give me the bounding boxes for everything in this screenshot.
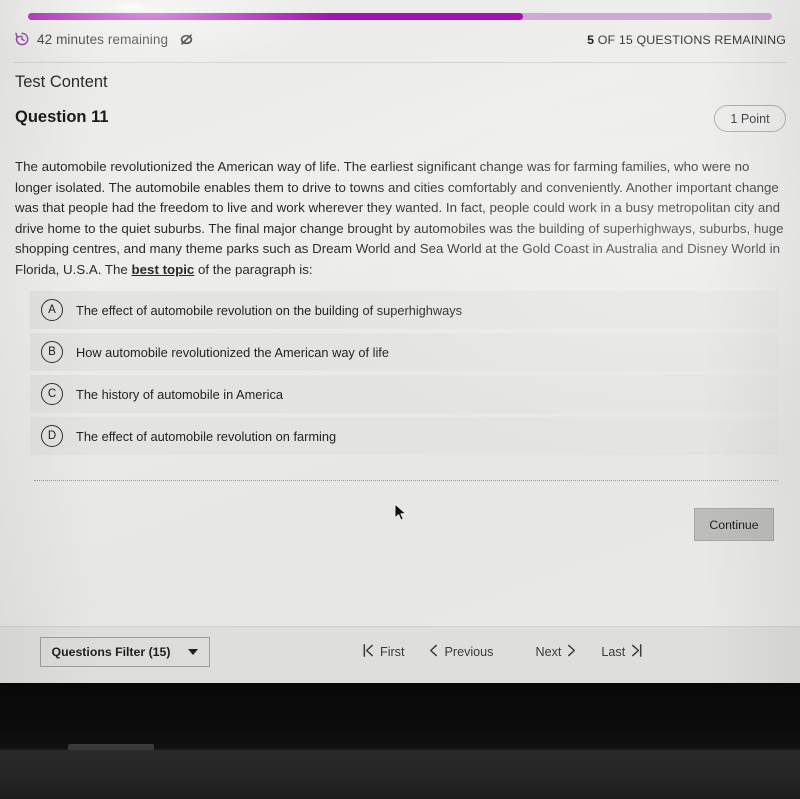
option-letter-a[interactable]: A <box>41 299 63 321</box>
browser-page: 42 minutes remaining 5 OF 15 QUESTIONS R… <box>0 0 800 683</box>
progress-bar-track <box>28 13 772 20</box>
pagination-controls: First Previous Next Last <box>362 643 643 661</box>
question-text-emphasis: best topic <box>131 261 195 277</box>
pager-last-label: Last <box>601 645 626 659</box>
option-letter-d[interactable]: D <box>41 425 63 447</box>
chevron-right-icon <box>566 643 577 661</box>
timer-group: 42 minutes remaining <box>14 31 194 47</box>
pager-next-button[interactable]: Next <box>535 643 577 661</box>
pager-last-button[interactable]: Last <box>601 643 643 661</box>
option-letter-c[interactable]: C <box>41 383 63 405</box>
mouse-cursor <box>394 503 408 523</box>
question-text: The automobile revolutionized the Americ… <box>15 157 787 281</box>
pager-next-label: Next <box>535 645 562 659</box>
hide-timer-icon[interactable] <box>179 32 194 47</box>
last-page-icon <box>630 643 643 661</box>
laptop-bezel: MacBook Pro <box>0 683 800 750</box>
point-badge: 1 Point <box>714 105 786 132</box>
option-label-b: How automobile revolutionized the Americ… <box>76 344 389 360</box>
question-text-part-1: The automobile revolutionized the Americ… <box>15 159 784 277</box>
option-row-a[interactable]: A The effect of automobile revolution on… <box>30 291 778 329</box>
continue-button[interactable]: Continue <box>694 508 774 541</box>
pager-first-label: First <box>380 645 405 659</box>
question-text-part-2: of the paragraph is: <box>194 261 313 277</box>
questions-remaining-suffix: OF 15 QUESTIONS REMAINING <box>594 33 786 47</box>
laptop-deck <box>0 750 800 799</box>
option-letter-b[interactable]: B <box>41 341 63 363</box>
header-divider <box>14 62 786 63</box>
test-status-row: 42 minutes remaining 5 OF 15 QUESTIONS R… <box>0 31 800 57</box>
content-divider <box>34 480 778 481</box>
screenshot-root: 42 minutes remaining 5 OF 15 QUESTIONS R… <box>0 0 800 799</box>
questions-filter-button[interactable]: Questions Filter (15) <box>40 637 210 667</box>
clock-icon <box>14 31 30 47</box>
option-row-c[interactable]: C The history of automobile in America <box>30 375 778 413</box>
breadcrumb: Test Content <box>15 73 108 91</box>
option-row-d[interactable]: D The effect of automobile revolution on… <box>30 417 778 455</box>
pager-previous-button[interactable]: Previous <box>428 643 493 661</box>
option-label-d: The effect of automobile revolution on f… <box>76 428 337 444</box>
questions-filter-label: Questions Filter (15) <box>51 645 171 659</box>
chevron-down-icon <box>188 649 199 655</box>
option-row-b[interactable]: B How automobile revolutionized the Amer… <box>30 333 778 371</box>
answer-options: A The effect of automobile revolution on… <box>30 291 778 459</box>
pager-first-button[interactable]: First <box>362 643 404 661</box>
pager-previous-label: Previous <box>444 645 494 659</box>
questions-remaining-label: 5 OF 15 QUESTIONS REMAINING <box>587 33 786 47</box>
first-page-icon <box>362 643 375 661</box>
timer-label: 42 minutes remaining <box>37 31 169 47</box>
option-label-c: The history of automobile in America <box>76 386 283 402</box>
chevron-left-icon <box>428 643 439 661</box>
option-label-a: The effect of automobile revolution on t… <box>76 302 463 318</box>
page-title: Question 11 <box>15 108 109 126</box>
screen-glare <box>110 0 150 14</box>
progress-bar-fill <box>28 13 523 20</box>
